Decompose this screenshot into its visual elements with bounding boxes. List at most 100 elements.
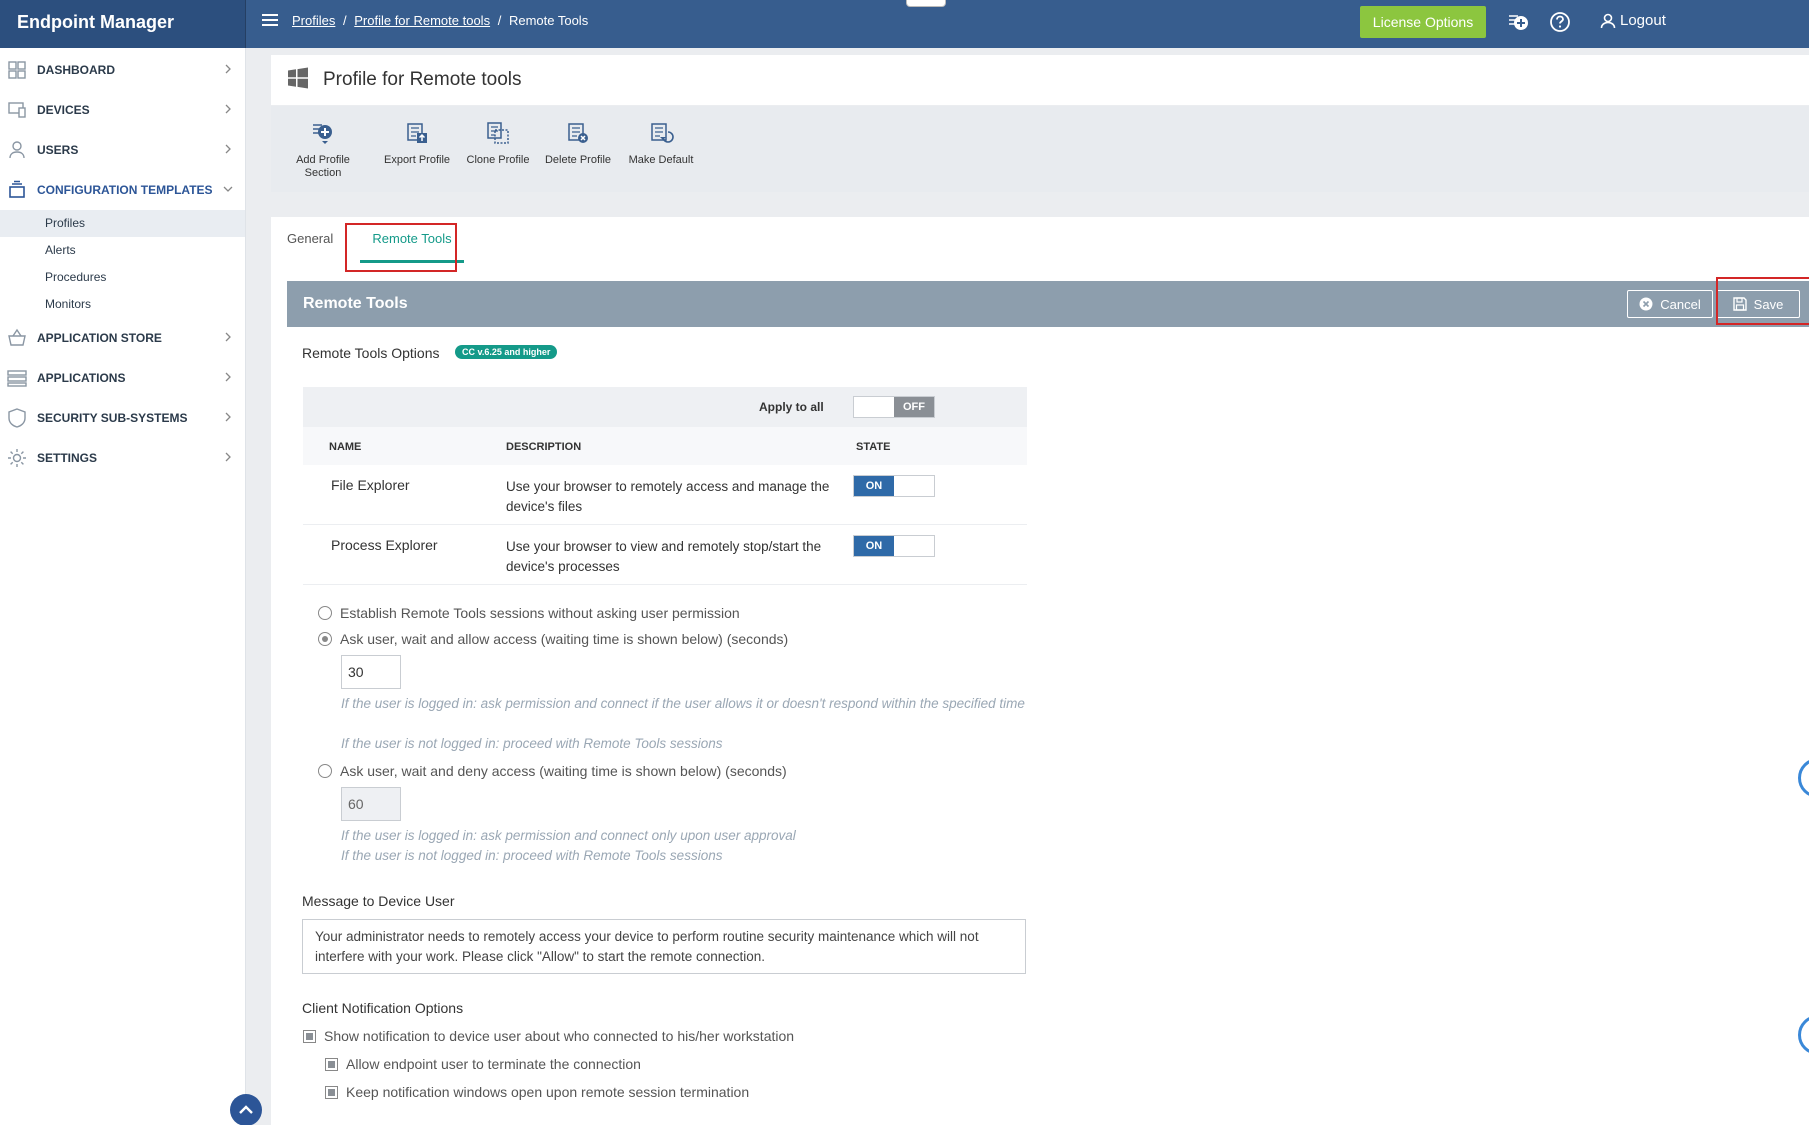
keep-window-open-option[interactable]: Keep notification windows open upon remo…: [325, 1084, 749, 1100]
radio-button[interactable]: [318, 606, 332, 620]
tool-label: Clone Profile: [466, 154, 530, 166]
applications-icon: [7, 370, 27, 387]
panel-title: Remote Tools: [303, 295, 408, 312]
sidebar-item-settings[interactable]: SETTINGS: [0, 438, 245, 478]
cancel-label: Cancel: [1660, 296, 1701, 312]
chevron-up-icon: [239, 1105, 253, 1114]
sidebar-item-application-store[interactable]: APPLICATION STORE: [0, 318, 245, 358]
page-title: Profile for Remote tools: [323, 69, 522, 90]
sidebar-item-dashboard[interactable]: DASHBOARD: [0, 50, 245, 90]
sidebar-item-label: DEVICES: [37, 103, 90, 117]
app-title[interactable]: Endpoint Manager: [0, 0, 246, 48]
breadcrumb: Profiles / Profile for Remote tools / Re…: [292, 13, 588, 28]
chevron-right-icon: [225, 332, 231, 342]
tool-label: Export Profile: [383, 154, 451, 166]
logout-button[interactable]: Logout: [1600, 12, 1666, 29]
tool-label: Make Default: [628, 154, 694, 166]
column-header-state: STATE: [856, 441, 891, 453]
checkbox-label: Show notification to device user about w…: [324, 1028, 795, 1044]
checkbox[interactable]: [325, 1085, 338, 1099]
deny-hint-logged-in: If the user is logged in: ask permission…: [341, 828, 796, 843]
remote-tools-table: Apply to all OFF NAME DESCRIPTION STATE …: [303, 387, 1027, 585]
sidebar-item-configuration-templates[interactable]: CONFIGURATION TEMPLATES: [0, 170, 245, 210]
tool-label: Add Profile: [296, 154, 350, 166]
help-icon[interactable]: [1549, 11, 1571, 33]
toggle-state: ON: [854, 476, 894, 496]
process-explorer-toggle[interactable]: ON: [853, 535, 935, 557]
checkbox[interactable]: [303, 1029, 316, 1043]
permission-option-deny[interactable]: Ask user, wait and deny access (waiting …: [318, 763, 787, 779]
save-highlight-box: [1716, 277, 1809, 325]
table-header: NAME DESCRIPTION STATE: [303, 427, 1027, 465]
license-options-button[interactable]: License Options: [1360, 6, 1486, 38]
sidebar-item-label: USERS: [37, 143, 79, 157]
chevron-right-icon: [225, 104, 231, 114]
make-default-button[interactable]: Make Default: [626, 120, 696, 167]
tab-highlight-box: [345, 223, 457, 272]
chevron-right-icon: [225, 412, 231, 422]
close-icon: [1639, 297, 1653, 311]
sidebar-item-label: DASHBOARD: [37, 63, 115, 77]
windows-icon: [288, 67, 308, 89]
tool-name: File Explorer: [331, 477, 410, 493]
allow-wait-seconds-input[interactable]: 30: [341, 655, 401, 689]
page-header: Profile for Remote tools: [271, 55, 1809, 105]
sidebar-subitem-monitors[interactable]: Monitors: [0, 291, 245, 318]
notify-connection-option[interactable]: Show notification to device user about w…: [303, 1028, 794, 1044]
file-explorer-toggle[interactable]: ON: [853, 475, 935, 497]
version-badge: CC v.6.25 and higher: [455, 345, 558, 359]
content-area: General Remote Tools Remote Tools Cancel…: [271, 217, 1809, 1125]
drag-handle[interactable]: [906, 0, 946, 7]
radio-button[interactable]: [318, 632, 332, 646]
permission-option-allow[interactable]: Ask user, wait and allow access (waiting…: [318, 631, 788, 647]
clone-icon: [487, 122, 509, 144]
radio-button[interactable]: [318, 764, 332, 778]
toggle-state: ON: [854, 536, 894, 556]
chevron-right-icon: [225, 452, 231, 462]
breadcrumb-profile[interactable]: Profile for Remote tools: [354, 13, 490, 28]
menu-icon[interactable]: [262, 14, 278, 28]
add-device-icon[interactable]: [1507, 11, 1529, 33]
user-icon: [9, 141, 25, 159]
export-icon: [407, 123, 427, 143]
clone-profile-button[interactable]: Clone Profile: [465, 120, 531, 167]
permission-option-no-ask[interactable]: Establish Remote Tools sessions without …: [318, 605, 740, 621]
delete-profile-button[interactable]: Delete Profile: [543, 120, 613, 167]
sidebar-item-label: SECURITY SUB-SYSTEMS: [37, 411, 188, 425]
sidebar-item-label: APPLICATION STORE: [37, 331, 162, 345]
profile-toolbar: Add Profile Section Export Profile Clone…: [271, 106, 1809, 192]
sidebar-item-label: APPLICATIONS: [37, 371, 126, 385]
gear-icon: [8, 449, 26, 467]
devices-icon: [8, 102, 26, 118]
breadcrumb-current: Remote Tools: [508, 13, 589, 28]
add-profile-section-button[interactable]: Add Profile Section: [291, 120, 355, 180]
breadcrumb-profiles[interactable]: Profiles: [292, 13, 335, 28]
remote-tools-options-label: Remote Tools Options: [302, 345, 440, 361]
chevron-right-icon: [225, 372, 231, 382]
sidebar-item-devices[interactable]: DEVICES: [0, 90, 245, 130]
make-default-icon: [651, 123, 674, 143]
chevron-down-icon: [223, 186, 233, 192]
sidebar-subitem-profiles[interactable]: Profiles: [0, 210, 245, 237]
apply-all-row: Apply to all OFF: [303, 387, 1027, 427]
sidebar-subitem-alerts[interactable]: Alerts: [0, 237, 245, 264]
sidebar-item-applications[interactable]: APPLICATIONS: [0, 358, 245, 398]
cancel-button[interactable]: Cancel: [1627, 290, 1713, 318]
scroll-to-top-button[interactable]: [230, 1094, 262, 1125]
sidebar-item-users[interactable]: USERS: [0, 130, 245, 170]
deny-wait-seconds-input[interactable]: 60: [341, 787, 401, 821]
checkbox[interactable]: [325, 1057, 338, 1071]
export-profile-button[interactable]: Export Profile: [382, 120, 452, 167]
chevron-right-icon: [225, 144, 231, 154]
table-row: Process Explorer Use your browser to vie…: [303, 525, 1027, 585]
allow-terminate-option[interactable]: Allow endpoint user to terminate the con…: [325, 1056, 641, 1072]
tool-description: Use your browser to view and remotely st…: [506, 539, 822, 574]
user-icon: [1600, 13, 1616, 28]
breadcrumb-separator: /: [497, 13, 502, 28]
dashboard-icon: [8, 61, 26, 79]
sidebar-subitem-procedures[interactable]: Procedures: [0, 264, 245, 291]
sidebar-item-security-sub-systems[interactable]: SECURITY SUB-SYSTEMS: [0, 398, 245, 438]
tool-label: Delete Profile: [544, 154, 612, 166]
apply-all-toggle[interactable]: OFF: [853, 396, 935, 418]
message-textarea[interactable]: Your administrator needs to remotely acc…: [302, 919, 1026, 974]
